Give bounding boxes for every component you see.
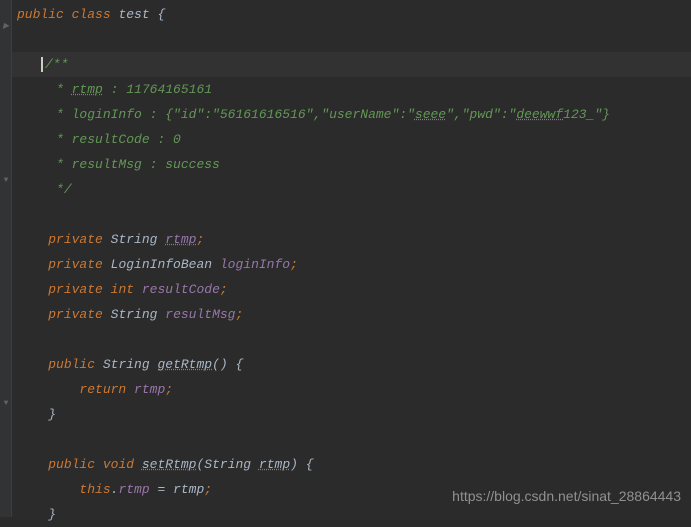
keyword: public — [48, 457, 95, 472]
semicolon: ; — [290, 257, 298, 272]
field-ref: rtmp — [134, 382, 165, 397]
code-line: private int resultCode; — [12, 277, 691, 302]
keyword: private — [48, 282, 103, 297]
code-line: public void setRtmp(String rtmp) { — [12, 452, 691, 477]
doc-comment: * rtmp : 11764165161 — [48, 82, 212, 97]
code-line-active: /** — [12, 52, 691, 77]
fold-icon[interactable]: ▶ — [1, 21, 11, 31]
doc-comment: /** — [41, 57, 68, 72]
type: String — [103, 357, 150, 372]
fold-icon[interactable]: ▼ — [1, 398, 11, 408]
doc-comment: */ — [48, 182, 71, 197]
paren: ) — [290, 457, 298, 472]
type: LoginInfoBean — [111, 257, 212, 272]
field-name: rtmp — [165, 232, 196, 247]
code-line: private String resultMsg; — [12, 302, 691, 327]
field-name: resultCode — [142, 282, 220, 297]
code-line: private LoginInfoBean loginInfo; — [12, 252, 691, 277]
editor-gutter: ▶ ▼ ▼ — [0, 0, 12, 517]
type: String — [111, 307, 158, 322]
semicolon: ; — [165, 382, 173, 397]
brace: { — [157, 7, 165, 22]
param-ref: rtmp — [173, 482, 204, 497]
code-line — [12, 327, 691, 352]
keyword: this — [79, 482, 110, 497]
keyword: public — [17, 7, 64, 22]
equals: = — [150, 482, 173, 497]
doc-comment: * resultCode : 0 — [48, 132, 181, 147]
code-line: * resultMsg : success — [12, 152, 691, 177]
field-name: loginInfo — [220, 257, 290, 272]
keyword: private — [48, 232, 103, 247]
code-line: public class test { — [12, 2, 691, 27]
field-name: resultMsg — [165, 307, 235, 322]
code-line: * loginInfo : {"id":"56161616516","userN… — [12, 102, 691, 127]
code-line: return rtmp; — [12, 377, 691, 402]
semicolon: ; — [220, 282, 228, 297]
brace: } — [48, 507, 56, 522]
code-line: */ — [12, 177, 691, 202]
type: void — [103, 457, 134, 472]
code-line — [12, 27, 691, 52]
semicolon: ; — [196, 232, 204, 247]
keyword: private — [48, 257, 103, 272]
code-editor[interactable]: public class test { /** * rtmp : 1176416… — [12, 0, 691, 527]
code-line: private String rtmp; — [12, 227, 691, 252]
method-name: setRtmp — [142, 457, 197, 472]
doc-comment: * resultMsg : success — [48, 157, 220, 172]
fold-icon[interactable]: ▼ — [1, 175, 11, 185]
param-type: String — [204, 457, 251, 472]
code-line: public String getRtmp() { — [12, 352, 691, 377]
code-line — [12, 427, 691, 452]
semicolon: ; — [204, 482, 212, 497]
semicolon: ; — [235, 307, 243, 322]
doc-comment: * loginInfo : {"id":"56161616516","userN… — [48, 107, 610, 122]
brace: { — [306, 457, 314, 472]
type: String — [111, 232, 158, 247]
code-line: * rtmp : 11764165161 — [12, 77, 691, 102]
method-name: getRtmp — [157, 357, 212, 372]
brace: } — [48, 407, 56, 422]
keyword: return — [79, 382, 126, 397]
class-name: test — [118, 7, 149, 22]
keyword: public — [48, 357, 95, 372]
code-line — [12, 202, 691, 227]
params: () — [212, 357, 228, 372]
keyword: class — [72, 7, 111, 22]
code-line: } — [12, 402, 691, 427]
watermark-text: https://blog.csdn.net/sinat_28864443 — [452, 484, 681, 509]
keyword: private — [48, 307, 103, 322]
code-line: * resultCode : 0 — [12, 127, 691, 152]
field-ref: rtmp — [118, 482, 149, 497]
brace: { — [236, 357, 244, 372]
type: int — [111, 282, 134, 297]
param-name: rtmp — [259, 457, 290, 472]
